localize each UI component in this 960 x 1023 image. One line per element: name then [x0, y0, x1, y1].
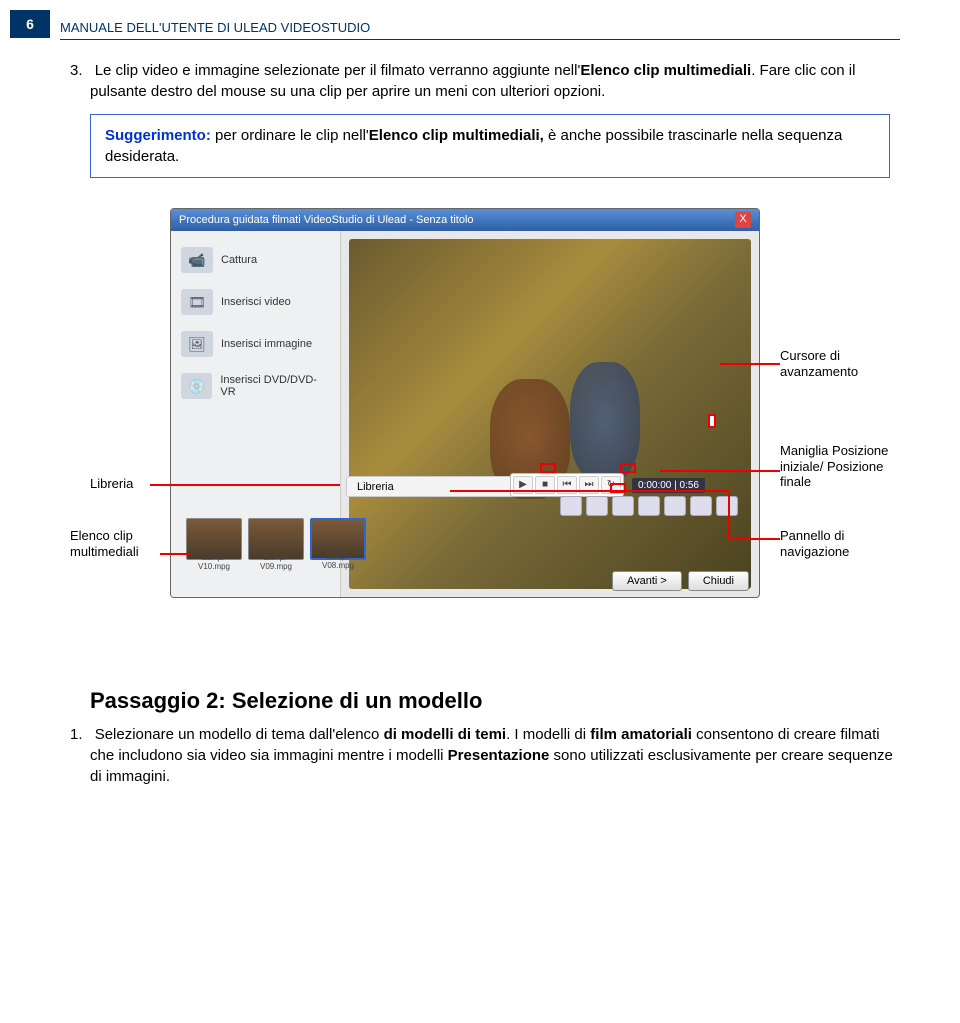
section2-para: 1. Selezionare un modello di tema dall'e…: [90, 724, 900, 787]
tool-icon[interactable]: [638, 496, 660, 516]
camera-icon: 📹: [181, 247, 213, 273]
tool-icon[interactable]: [560, 496, 582, 516]
thumb-label: Sampl-V09.mpg: [249, 553, 303, 571]
library-label: Libreria: [357, 481, 394, 493]
tool-icon[interactable]: [690, 496, 712, 516]
s2-b2: film amatoriali: [590, 726, 692, 743]
figure-screenshot: Procedura guidata filmati VideoStudio di…: [70, 208, 890, 648]
control-group: ▶ ■ ⏮ ⏭ ↻: [510, 473, 624, 497]
callout-line: [720, 363, 780, 365]
callout-line: [150, 484, 340, 486]
list-number: 1.: [70, 726, 83, 743]
tool-icon[interactable]: [586, 496, 608, 516]
callout-line: [730, 538, 780, 540]
sidebar-label: Inserisci immagine: [221, 338, 312, 350]
list-number: 3.: [70, 62, 83, 79]
header-title: MANUALE DELL'UTENTE DI ULEAD VIDEOSTUDIO: [60, 20, 900, 40]
handle-mark: [540, 463, 556, 473]
callout-line: [660, 470, 780, 472]
s2-b1: di modelli di temi: [384, 726, 507, 743]
tool-icon-row: [560, 496, 738, 516]
callout-line: [450, 490, 730, 492]
titlebar: Procedura guidata filmati VideoStudio di…: [171, 209, 759, 231]
clip-thumb[interactable]: Sampl-V09.mpg: [248, 518, 304, 560]
s2-b3: Presentazione: [448, 747, 550, 764]
callout-maniglia: Maniglia Posizione iniziale/ Posizione f…: [780, 443, 890, 490]
callout-line: [728, 490, 730, 540]
video-preview: [349, 239, 751, 589]
sidebar-item-video[interactable]: 🎞 Inserisci video: [177, 281, 334, 323]
tip-text: per ordinare le clip nell': [211, 127, 369, 144]
thumbnail-row: Sampl-V10.mpg Sampl-V09.mpg Sampl-V08.mp…: [186, 518, 366, 560]
page-number: 6: [10, 10, 50, 38]
tool-icon[interactable]: [664, 496, 686, 516]
handle-mark: [620, 463, 636, 473]
s2-p2: . I modelli di: [506, 726, 590, 743]
tip-box: Suggerimento: per ordinare le clip nell'…: [90, 114, 890, 178]
sidebar-label: Cattura: [221, 254, 257, 266]
next-button[interactable]: Avanti >: [612, 571, 682, 591]
handle-highlights: [540, 463, 660, 475]
thumb-label: Sampl-V10.mpg: [187, 553, 241, 571]
callout-cursore: Cursore di avanzamento: [780, 348, 890, 379]
tip-bold: Elenco clip multimediali,: [369, 127, 544, 144]
clip-thumb-selected[interactable]: Sampl-V08.mpg: [310, 518, 366, 560]
sidebar-label: Inserisci DVD/DVD-VR: [220, 374, 330, 398]
disc-icon: 💿: [181, 373, 212, 399]
image-icon: 🖼: [181, 331, 213, 357]
paragraph-3: 3. Le clip video e immagine selezionate …: [90, 60, 900, 102]
sidebar-item-image[interactable]: 🖼 Inserisci immagine: [177, 323, 334, 365]
close-icon[interactable]: X: [735, 212, 751, 228]
section-heading: Passaggio 2: Selezione di un modello: [90, 688, 900, 714]
para3-bold: Elenco clip multimediali: [580, 62, 751, 79]
thumb-label: Sampl-V08.mpg: [312, 552, 364, 570]
callout-line: [160, 553, 190, 555]
sidebar-item-dvd[interactable]: 💿 Inserisci DVD/DVD-VR: [177, 365, 334, 407]
tool-icon[interactable]: [716, 496, 738, 516]
playhead-cursor: [708, 414, 716, 428]
bottom-buttons: Avanti > Chiudi: [612, 571, 749, 591]
sidebar-item-cattura[interactable]: 📹 Cattura: [177, 239, 334, 281]
sidebar-label: Inserisci video: [221, 296, 291, 308]
film-icon: 🎞: [181, 289, 213, 315]
tip-label: Suggerimento:: [105, 127, 211, 144]
para3-text: Le clip video e immagine selezionate per…: [95, 62, 581, 79]
preview-area: [341, 231, 759, 597]
playback-controls: ▶ ■ ⏮ ⏭ ↻ 0:00:00 | 0:56: [510, 473, 705, 497]
callout-pannello: Pannello di navigazione: [780, 528, 890, 559]
callout-libreria: Libreria: [90, 476, 133, 492]
tool-icon[interactable]: [612, 496, 634, 516]
clip-thumb[interactable]: Sampl-V10.mpg: [186, 518, 242, 560]
s2-p1: Selezionare un modello di tema dall'elen…: [95, 726, 384, 743]
close-button[interactable]: Chiudi: [688, 571, 749, 591]
window-title: Procedura guidata filmati VideoStudio di…: [179, 214, 474, 226]
callout-elenco: Elenco clip multimediali: [70, 528, 160, 559]
